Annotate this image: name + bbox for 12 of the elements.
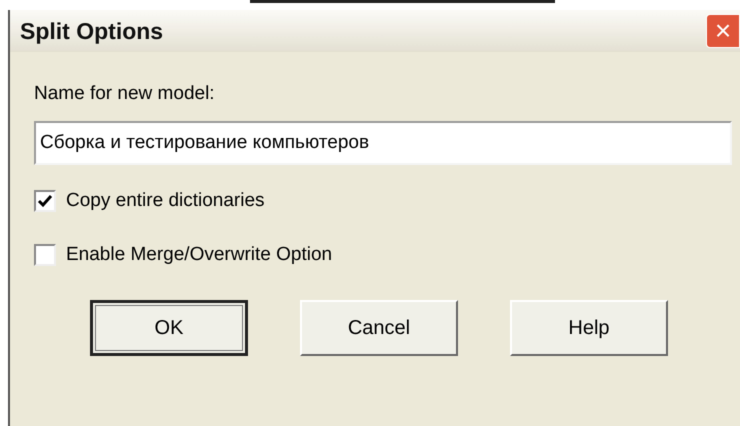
close-button[interactable]: × — [706, 14, 740, 48]
checkbox[interactable] — [34, 244, 56, 266]
check-icon — [37, 192, 53, 209]
checkbox-label: Copy entire dictionaries — [66, 188, 265, 212]
dialog-button[interactable]: Cancel — [300, 300, 458, 356]
dialog-button[interactable]: OK — [90, 300, 248, 356]
name-field[interactable]: Сборка и тестирование компьютеров — [34, 120, 732, 164]
dialog-button[interactable]: Help — [510, 300, 668, 356]
checkbox[interactable] — [34, 190, 56, 212]
window-title: Split Options — [20, 16, 164, 46]
field-label: Name for new model: — [34, 82, 216, 106]
checkbox-label: Enable Merge/Overwrite Option — [66, 243, 332, 267]
